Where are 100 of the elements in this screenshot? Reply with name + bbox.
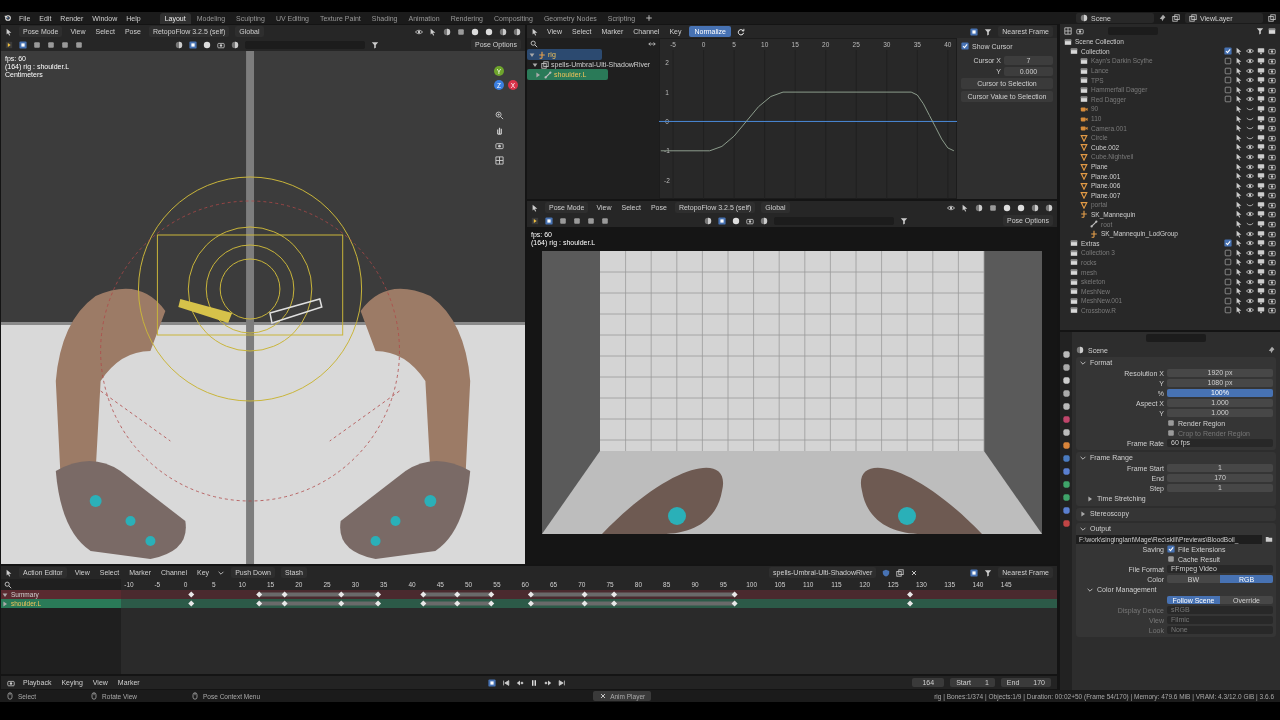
camera-icon[interactable] xyxy=(746,216,754,225)
search-icon[interactable] xyxy=(4,580,12,589)
eye-icon[interactable] xyxy=(1246,268,1254,277)
checkbox[interactable] xyxy=(1224,239,1232,248)
play-icon[interactable] xyxy=(531,216,539,225)
eye-icon[interactable] xyxy=(1246,66,1254,75)
monitor-icon[interactable] xyxy=(1257,200,1265,209)
visibility-icon[interactable] xyxy=(947,203,955,212)
camera-icon[interactable] xyxy=(1268,181,1276,190)
camera-icon[interactable] xyxy=(1268,248,1276,257)
monitor-icon[interactable] xyxy=(1257,258,1265,267)
eye-icon[interactable] xyxy=(1246,210,1254,219)
xray-icon[interactable] xyxy=(989,203,997,212)
camera-icon[interactable] xyxy=(1268,66,1276,75)
monitor-icon[interactable] xyxy=(1257,172,1265,181)
eye-icon[interactable] xyxy=(1246,239,1254,248)
close-icon[interactable] xyxy=(599,692,608,700)
camera-icon[interactable] xyxy=(1268,239,1276,248)
monitor-icon[interactable] xyxy=(1257,66,1265,75)
checkbox[interactable] xyxy=(1224,277,1232,286)
intersect-mode-icon[interactable] xyxy=(601,216,609,225)
wireframe-shading-icon[interactable] xyxy=(471,27,479,36)
visibility-icon[interactable] xyxy=(415,27,423,36)
xray-icon[interactable] xyxy=(457,27,465,36)
eye-icon[interactable] xyxy=(1246,306,1254,315)
wireframe-shading-icon[interactable] xyxy=(1003,203,1011,212)
monitor-icon[interactable] xyxy=(1257,248,1265,257)
eye-icon[interactable] xyxy=(1246,277,1254,286)
camera-icon[interactable] xyxy=(1268,268,1276,277)
bone-widget-drawing[interactable] xyxy=(138,176,363,402)
eye-icon[interactable] xyxy=(1246,85,1254,94)
select-box-icon[interactable] xyxy=(189,40,197,49)
monitor-icon[interactable] xyxy=(1257,162,1265,171)
hand-icon[interactable] xyxy=(494,126,504,135)
camera-icon[interactable] xyxy=(1268,229,1276,238)
camera-icon[interactable] xyxy=(1268,85,1276,94)
monitor-icon[interactable] xyxy=(1257,114,1265,123)
checkbox[interactable] xyxy=(1224,85,1232,94)
eye-icon[interactable] xyxy=(1246,57,1254,65)
camera-icon[interactable] xyxy=(1268,57,1276,65)
checkbox[interactable] xyxy=(1224,268,1232,277)
logo-icon[interactable] xyxy=(4,14,12,22)
camera-icon[interactable] xyxy=(1268,191,1276,200)
monitor-icon[interactable] xyxy=(1257,181,1265,190)
camera-icon[interactable] xyxy=(1268,95,1276,104)
monitor-icon[interactable] xyxy=(1257,296,1265,305)
monitor-icon[interactable] xyxy=(1257,306,1265,315)
eye-icon[interactable] xyxy=(1246,248,1254,257)
camera-icon[interactable] xyxy=(1268,104,1276,113)
eye-icon[interactable] xyxy=(1246,181,1254,190)
monitor-icon[interactable] xyxy=(1257,229,1265,238)
pin-icon[interactable] xyxy=(1159,14,1167,22)
rendered-shading-icon[interactable] xyxy=(513,27,521,36)
checkbox[interactable] xyxy=(1224,258,1232,267)
checkbox[interactable] xyxy=(1224,296,1232,305)
camera-icon[interactable] xyxy=(1268,287,1276,296)
select-box-icon[interactable] xyxy=(718,216,726,225)
monitor-icon[interactable] xyxy=(1257,133,1265,142)
checkbox[interactable] xyxy=(1224,248,1232,257)
play-icon[interactable] xyxy=(5,40,13,49)
camera-icon[interactable] xyxy=(1268,306,1276,315)
eye-icon[interactable] xyxy=(1246,287,1254,296)
eye-icon[interactable] xyxy=(1246,152,1254,161)
shield-icon[interactable] xyxy=(882,568,891,577)
monitor-icon[interactable] xyxy=(1257,210,1265,219)
monitor-icon[interactable] xyxy=(1257,47,1265,56)
swap-icon[interactable] xyxy=(648,39,656,48)
camera-icon[interactable] xyxy=(1268,152,1276,161)
monitor-icon[interactable] xyxy=(1257,152,1265,161)
eye-icon[interactable] xyxy=(1246,296,1254,305)
gizmo-icon[interactable] xyxy=(429,27,437,36)
camera-icon[interactable] xyxy=(1268,277,1276,286)
eye-icon[interactable] xyxy=(1246,172,1254,181)
camera-icon[interactable] xyxy=(1268,162,1276,171)
search-field[interactable] xyxy=(1146,333,1206,342)
solid-shading-icon[interactable] xyxy=(485,27,493,36)
monitor-icon[interactable] xyxy=(1257,220,1265,229)
monitor-icon[interactable] xyxy=(1257,124,1265,133)
plus-icon[interactable] xyxy=(645,14,654,22)
eye-icon[interactable] xyxy=(1246,258,1254,267)
editor-type-icon[interactable] xyxy=(5,27,13,36)
eye-icon[interactable] xyxy=(1246,229,1254,238)
material-shading-icon[interactable] xyxy=(499,27,507,36)
camera-icon[interactable] xyxy=(494,141,504,150)
monitor-icon[interactable] xyxy=(1257,277,1265,286)
subtract-mode-icon[interactable] xyxy=(47,40,55,49)
extend-mode-icon[interactable] xyxy=(33,40,41,49)
checkbox[interactable] xyxy=(1224,57,1232,65)
material-shading-icon[interactable] xyxy=(1031,203,1039,212)
camera-icon[interactable] xyxy=(1268,143,1276,152)
camera-icon[interactable] xyxy=(1268,133,1276,142)
previous-keyframe-icon[interactable] xyxy=(516,678,525,687)
eye-icon[interactable] xyxy=(1246,47,1254,56)
invert-mode-icon[interactable] xyxy=(61,40,69,49)
monitor-icon[interactable] xyxy=(1257,191,1265,200)
pin-icon[interactable] xyxy=(1268,346,1276,354)
sphere-icon[interactable] xyxy=(203,40,211,49)
sphere-icon[interactable] xyxy=(760,216,768,225)
monitor-icon[interactable] xyxy=(1257,85,1265,94)
camera-icon[interactable] xyxy=(1268,200,1276,209)
